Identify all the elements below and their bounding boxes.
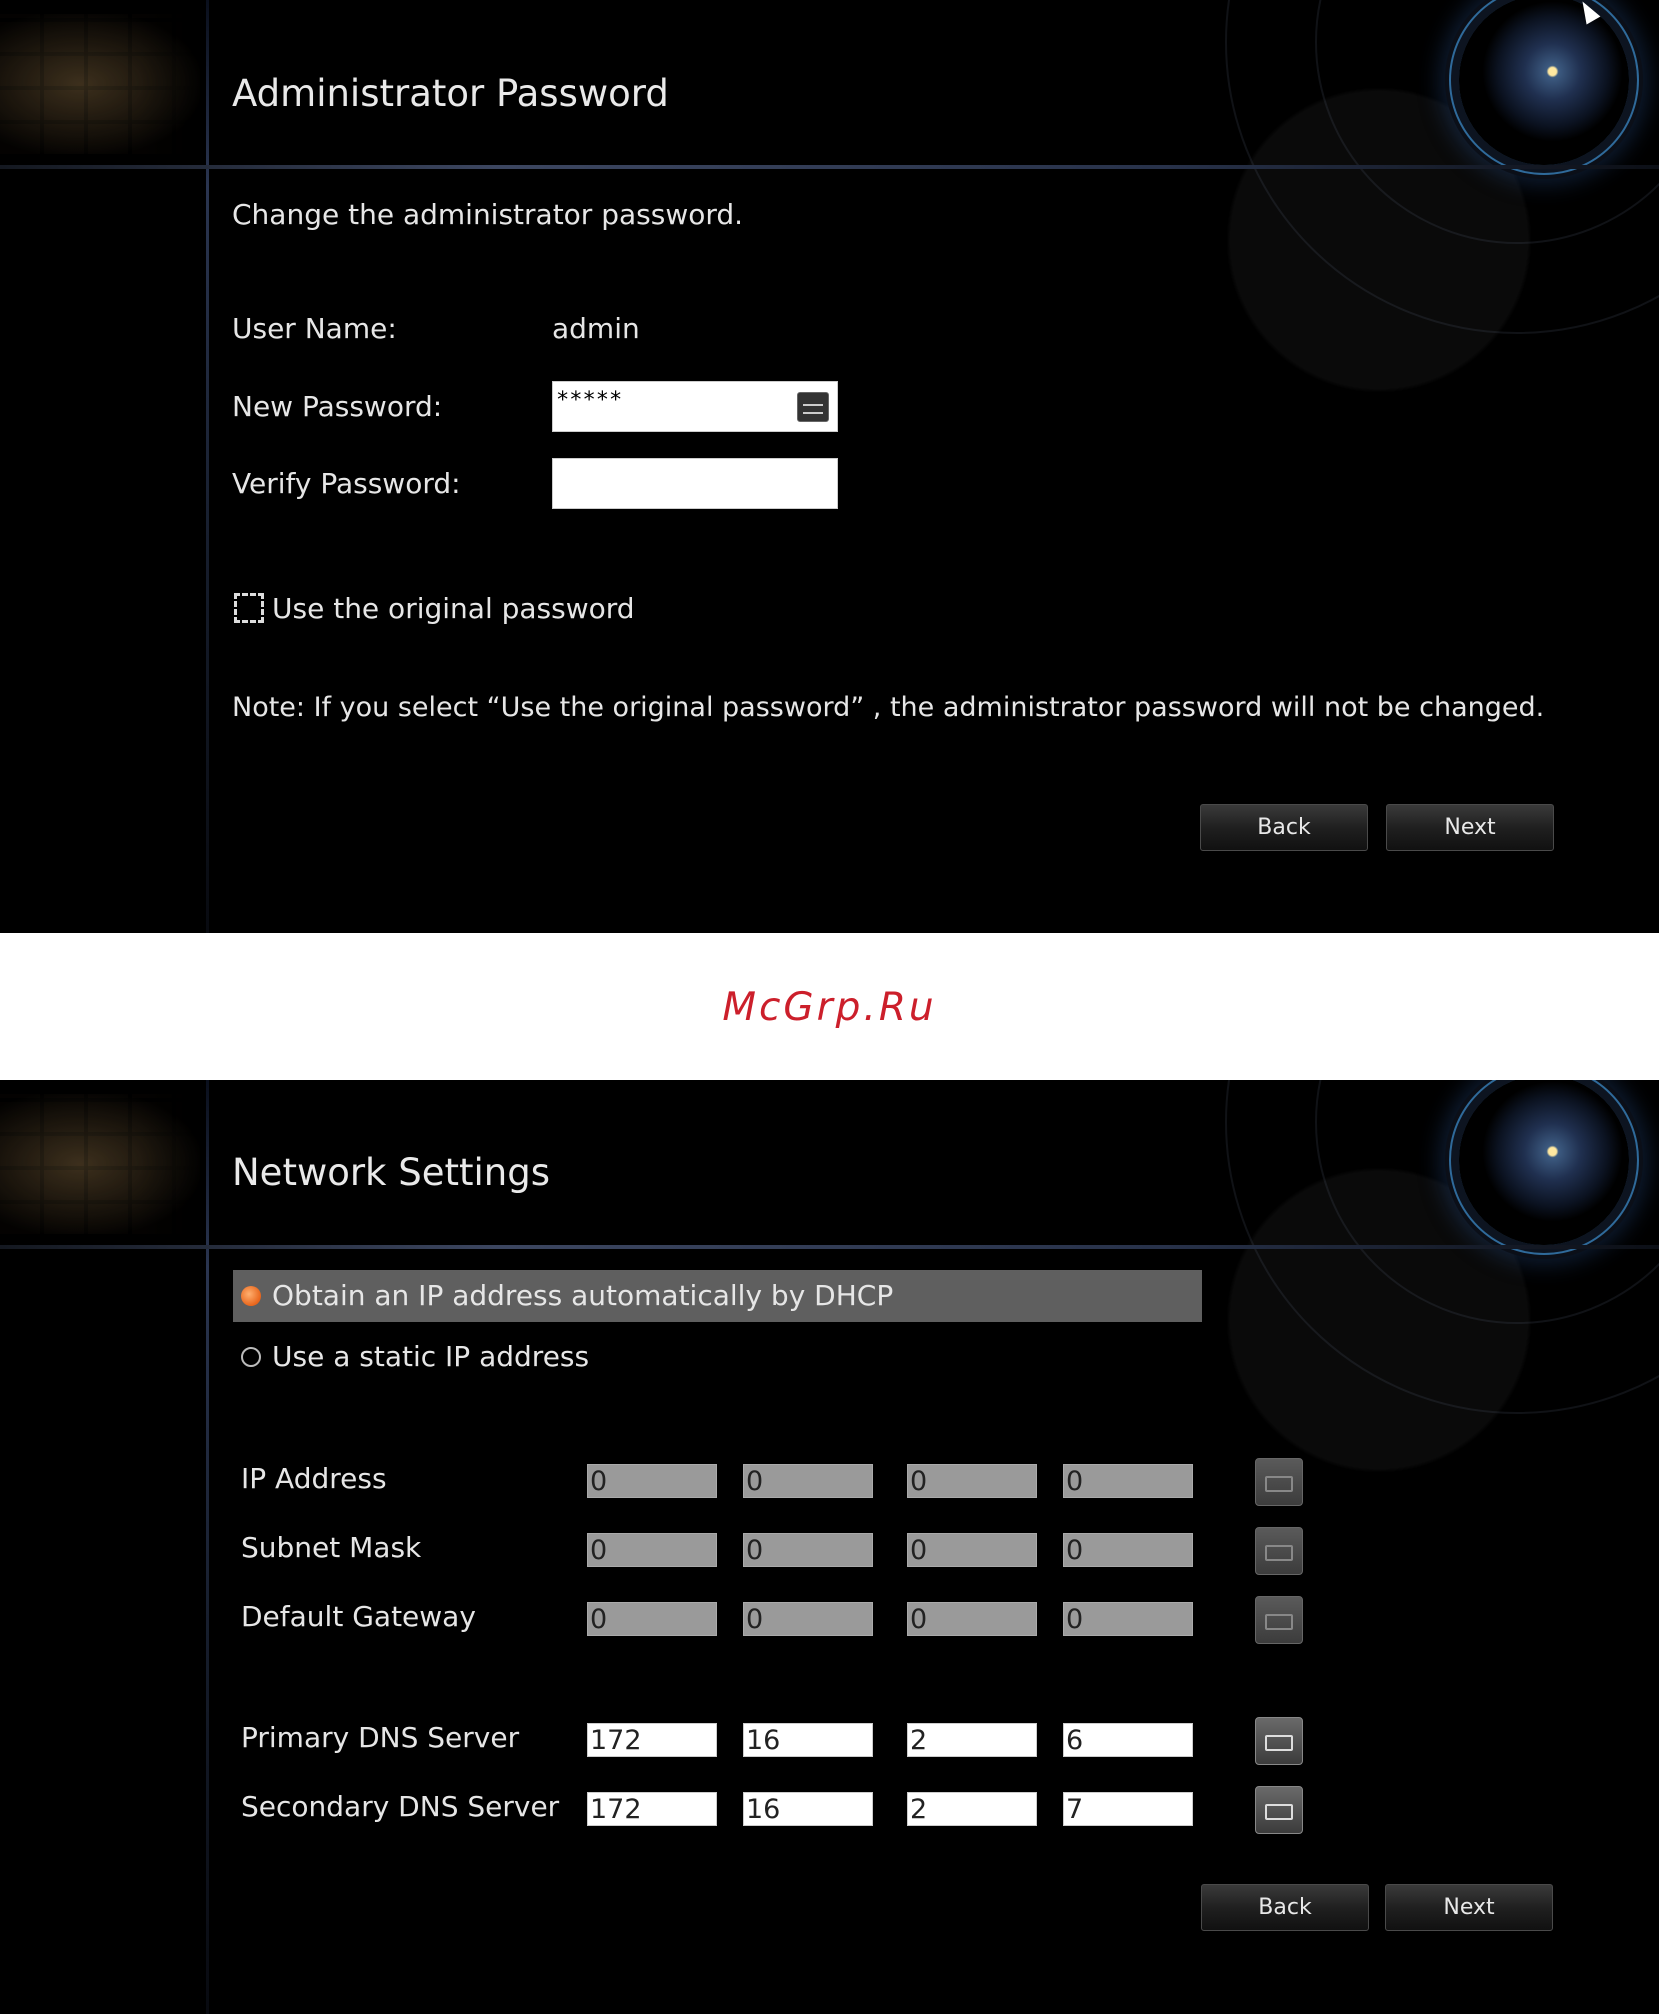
admin-password-screen: Administrator Password Change the admini… (0, 0, 1659, 933)
use-original-password-checkbox[interactable] (234, 593, 264, 623)
new-password-field[interactable]: ***** (552, 381, 838, 432)
vertical-divider (206, 1080, 209, 2014)
dhcp-radio[interactable] (241, 1286, 261, 1306)
dhcp-label: Obtain an IP address automatically by DH… (272, 1279, 894, 1312)
default-gateway-octet-2[interactable]: 0 (743, 1602, 873, 1636)
page-title: Network Settings (232, 1151, 551, 1194)
subnet-mask-octet-3[interactable]: 0 (907, 1533, 1037, 1567)
note-text: Note: If you select “Use the original pa… (232, 692, 1545, 723)
static-ip-radio[interactable] (241, 1347, 261, 1367)
back-button[interactable]: Back (1200, 804, 1368, 851)
keyboard-icon[interactable] (1255, 1527, 1303, 1575)
octet-value: 2 (910, 1794, 928, 1825)
camera-lens-graphic (1459, 0, 1629, 165)
octet-value: 2 (910, 1725, 928, 1756)
secondary-dns-octet-1[interactable]: 172 (587, 1792, 717, 1826)
octet-value: 0 (590, 1466, 608, 1497)
primary-dns-octet-1[interactable]: 172 (587, 1723, 717, 1757)
octet-value: 0 (746, 1466, 764, 1497)
next-button[interactable]: Next (1385, 1884, 1553, 1931)
watermark-text: McGrp.Ru (722, 985, 937, 1030)
camera-thumbnails-graphic (0, 14, 200, 154)
octet-value: 16 (746, 1725, 781, 1756)
network-settings-screen: Network Settings Obtain an IP address au… (0, 1080, 1659, 2014)
subnet-mask-octet-4[interactable]: 0 (1063, 1533, 1193, 1567)
secondary-dns-octet-4[interactable]: 7 (1063, 1792, 1193, 1826)
camera-thumbnails-graphic (0, 1094, 200, 1234)
octet-value: 0 (910, 1604, 928, 1635)
verify-password-field[interactable] (552, 458, 838, 509)
keyboard-icon[interactable] (797, 392, 829, 422)
secondary-dns-octet-3[interactable]: 2 (907, 1792, 1037, 1826)
ip-address-octet-2[interactable]: 0 (743, 1464, 873, 1498)
ip-address-octet-1[interactable]: 0 (587, 1464, 717, 1498)
primary-dns-octet-3[interactable]: 2 (907, 1723, 1037, 1757)
octet-value: 6 (1066, 1725, 1084, 1756)
octet-value: 0 (590, 1535, 608, 1566)
primary-dns-octet-2[interactable]: 16 (743, 1723, 873, 1757)
ip-address-label: IP Address (241, 1462, 387, 1495)
octet-value: 0 (910, 1466, 928, 1497)
keyboard-icon[interactable] (1255, 1717, 1303, 1765)
default-gateway-octet-4[interactable]: 0 (1063, 1602, 1193, 1636)
default-gateway-octet-1[interactable]: 0 (587, 1602, 717, 1636)
octet-value: 0 (910, 1535, 928, 1566)
page-description: Change the administrator password. (232, 198, 744, 231)
ip-address-octet-4[interactable]: 0 (1063, 1464, 1193, 1498)
camera-lens-graphic (1459, 1080, 1629, 1245)
octet-value: 0 (1066, 1604, 1084, 1635)
octet-value: 0 (590, 1604, 608, 1635)
secondary-dns-label: Secondary DNS Server (241, 1790, 560, 1823)
new-password-label: New Password: (232, 390, 443, 423)
octet-value: 172 (590, 1794, 642, 1825)
octet-value: 0 (1066, 1535, 1084, 1566)
user-name-label: User Name: (232, 312, 397, 345)
static-ip-label: Use a static IP address (272, 1340, 590, 1373)
subnet-mask-octet-1[interactable]: 0 (587, 1533, 717, 1567)
user-name-value: admin (552, 312, 640, 345)
next-button[interactable]: Next (1386, 804, 1554, 851)
secondary-dns-octet-2[interactable]: 16 (743, 1792, 873, 1826)
octet-value: 172 (590, 1725, 642, 1756)
header-divider (0, 165, 1659, 169)
vertical-divider (206, 0, 209, 933)
subnet-mask-octet-2[interactable]: 0 (743, 1533, 873, 1567)
verify-password-label: Verify Password: (232, 467, 461, 500)
octet-value: 0 (746, 1604, 764, 1635)
keyboard-icon[interactable] (1255, 1458, 1303, 1506)
primary-dns-octet-4[interactable]: 6 (1063, 1723, 1193, 1757)
header-divider (0, 1245, 1659, 1249)
octet-value: 0 (1066, 1466, 1084, 1497)
subnet-mask-label: Subnet Mask (241, 1531, 422, 1564)
keyboard-icon[interactable] (1255, 1596, 1303, 1644)
octet-value: 16 (746, 1794, 781, 1825)
default-gateway-label: Default Gateway (241, 1600, 476, 1633)
octet-value: 7 (1066, 1794, 1084, 1825)
back-button[interactable]: Back (1201, 1884, 1369, 1931)
keyboard-icon[interactable] (1255, 1786, 1303, 1834)
primary-dns-label: Primary DNS Server (241, 1721, 520, 1754)
ip-address-octet-3[interactable]: 0 (907, 1464, 1037, 1498)
default-gateway-octet-3[interactable]: 0 (907, 1602, 1037, 1636)
page-title: Administrator Password (232, 72, 669, 115)
static-ip-option[interactable]: Use a static IP address (233, 1331, 1202, 1383)
new-password-value: ***** (556, 388, 623, 413)
dhcp-option[interactable]: Obtain an IP address automatically by DH… (233, 1270, 1202, 1322)
use-original-password-label[interactable]: Use the original password (272, 592, 635, 625)
octet-value: 0 (746, 1535, 764, 1566)
